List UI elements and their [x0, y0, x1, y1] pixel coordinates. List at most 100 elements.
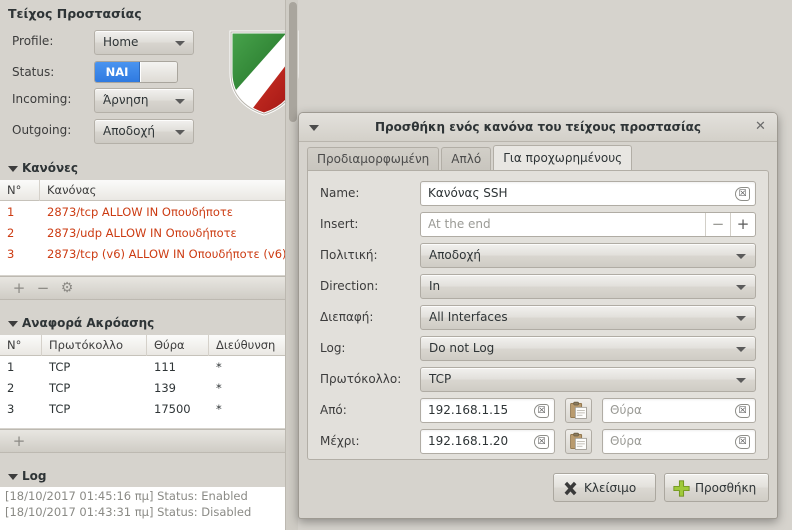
rules-section-title: Κανόνες — [22, 161, 78, 175]
status-toggle[interactable]: ΝΑΙ — [94, 61, 178, 83]
dialog-title: Προσθήκη ενός κανόνα του τείχους προστασ… — [375, 120, 701, 134]
close-button[interactable]: Κλείσιμο — [553, 473, 656, 502]
table-row[interactable]: 3 2873/tcp (v6) ALLOW IN Οπουδήποτε (v6) — [0, 243, 285, 264]
log-expander[interactable]: Log — [0, 466, 285, 487]
tab-simple[interactable]: Απλό — [441, 147, 492, 171]
from-label: Από: — [320, 403, 347, 417]
status-label: Status: — [12, 65, 55, 79]
protocol-label: Πρωτόκολλο: — [320, 372, 402, 386]
log-combo[interactable]: Do not Log — [420, 336, 756, 361]
rules-table-header: N° Κανόνας — [0, 180, 285, 201]
rules-table[interactable]: N° Κανόνας 1 2873/tcp ALLOW IN Οπουδήποτ… — [0, 180, 285, 275]
dialog-titlebar[interactable]: Προσθήκη ενός κανόνα του τείχους προστασ… — [299, 113, 777, 142]
form-row-log: Log: Do not Log — [320, 336, 756, 363]
listening-section-title: Αναφορά Ακρόασης — [22, 316, 155, 330]
form-row-insert: Insert: At the end − + — [320, 212, 756, 239]
insert-placeholder: At the end — [428, 217, 491, 231]
listening-address: * — [216, 359, 222, 374]
clear-icon[interactable]: ☒ — [735, 187, 750, 201]
insert-stepper[interactable]: At the end − + — [420, 212, 756, 237]
chevron-down-icon — [175, 41, 185, 46]
chevron-down-icon — [175, 130, 185, 135]
chevron-down-icon — [175, 99, 185, 104]
clipboard-icon — [570, 432, 587, 450]
add-icon[interactable]: + — [10, 433, 28, 451]
to-paste-button[interactable] — [565, 429, 592, 454]
to-ip-input[interactable]: 192.168.1.20 ☒ — [420, 429, 555, 454]
from-port-placeholder: Θύρα — [610, 403, 642, 417]
chevron-down-icon — [736, 378, 746, 383]
to-ip-value: 192.168.1.20 — [428, 434, 509, 448]
listening-number: 2 — [7, 380, 15, 395]
listening-toolbar: + — [0, 429, 285, 453]
from-ip-input[interactable]: 192.168.1.15 ☒ — [420, 398, 555, 423]
gear-icon[interactable]: ⚙ — [58, 280, 76, 298]
table-row[interactable]: 2 TCP 139 * — [0, 377, 285, 398]
from-paste-button[interactable] — [565, 398, 592, 423]
from-port-input[interactable]: Θύρα ☒ — [602, 398, 756, 423]
protocol-combo[interactable]: TCP — [420, 367, 756, 392]
table-row[interactable]: 1 2873/tcp ALLOW IN Οπουδήποτε — [0, 201, 285, 222]
outgoing-combo[interactable]: Αποδοχή — [94, 119, 194, 144]
log-output[interactable]: [18/10/2017 01:45:16 πμ] Status: Enabled… — [0, 487, 285, 530]
clear-icon[interactable]: ☒ — [534, 435, 549, 449]
rule-number: 1 — [7, 204, 15, 219]
scrollbar-thumb[interactable] — [289, 2, 297, 122]
direction-combo[interactable]: In — [420, 274, 756, 299]
name-value: Κανόνας SSH — [428, 186, 508, 200]
remove-icon[interactable]: − — [34, 280, 52, 298]
chevron-down-icon — [8, 321, 18, 327]
listening-protocol: TCP — [49, 401, 71, 416]
rule-text: 2873/tcp ALLOW IN Οπουδήποτε — [47, 204, 234, 219]
table-row[interactable]: 3 TCP 17500 * — [0, 398, 285, 419]
policy-combo[interactable]: Αποδοχή — [420, 243, 756, 268]
close-button-label: Κλείσιμο — [584, 481, 637, 495]
incoming-combo[interactable]: Άρνηση — [94, 88, 194, 113]
tab-preconfigured[interactable]: Προδιαμορφωμένη — [307, 147, 440, 171]
to-port-input[interactable]: Θύρα ☒ — [602, 429, 756, 454]
form-row-name: Name: Κανόνας SSH ☒ — [320, 181, 756, 208]
listening-port: 139 — [154, 380, 176, 395]
form-row-from: Από: 192.168.1.15 ☒ Θύρα ☒ — [320, 398, 756, 425]
status-toggle-on-label: ΝΑΙ — [95, 62, 140, 82]
listening-table[interactable]: N° Πρωτόκολλο Θύρα Διεύθυνση 1 TCP 111 *… — [0, 335, 285, 428]
incoming-label: Incoming: — [12, 92, 72, 106]
rules-col-number: N° — [0, 180, 40, 201]
clear-icon[interactable]: ☒ — [735, 435, 750, 449]
clear-icon[interactable]: ☒ — [735, 404, 750, 418]
listening-expander[interactable]: Αναφορά Ακρόασης — [0, 313, 285, 334]
interface-combo[interactable]: All Interfaces — [420, 305, 756, 330]
table-row[interactable]: 2 2873/udp ALLOW IN Οπουδήποτε — [0, 222, 285, 243]
rule-number: 2 — [7, 225, 15, 240]
page-title: Τείχος Προστασίας — [8, 6, 142, 21]
clear-icon[interactable]: ☒ — [534, 404, 549, 418]
close-icon[interactable]: ✕ — [753, 120, 768, 135]
cancel-x-icon — [564, 481, 577, 496]
name-label: Name: — [320, 186, 360, 200]
clipboard-icon — [570, 401, 587, 419]
rules-expander[interactable]: Κανόνες — [0, 158, 285, 179]
form-row-direction: Direction: In — [320, 274, 756, 301]
stepper-decrement-button[interactable]: − — [705, 213, 730, 236]
form-row-to: Μέχρι: 192.168.1.20 ☒ Θύρα ☒ — [320, 429, 756, 456]
name-input[interactable]: Κανόνας SSH ☒ — [420, 181, 756, 206]
listening-col-port: Θύρα — [147, 335, 209, 356]
direction-value: In — [429, 279, 441, 293]
rule-text: 2873/udp ALLOW IN Οπουδήποτε — [47, 225, 237, 240]
add-icon[interactable]: + — [10, 280, 28, 298]
listening-port: 111 — [154, 359, 176, 374]
to-port-placeholder: Θύρα — [610, 434, 642, 448]
status-toggle-knob — [140, 62, 177, 82]
main-window-scrollbar[interactable] — [285, 0, 298, 530]
chevron-down-icon — [736, 316, 746, 321]
profile-combo[interactable]: Home — [94, 30, 194, 55]
tab-panel-advanced: Name: Κανόνας SSH ☒ Insert: At the end −… — [307, 170, 769, 460]
stepper-increment-button[interactable]: + — [730, 213, 755, 236]
table-row[interactable]: 1 TCP 111 * — [0, 356, 285, 377]
listening-number: 1 — [7, 359, 15, 374]
form-row-interface: Διεπαφή: All Interfaces — [320, 305, 756, 332]
tab-advanced[interactable]: Για προχωρημένους — [493, 145, 633, 171]
listening-number: 3 — [7, 401, 15, 416]
screen: Τείχος Προστασίας Profile: Home Status: … — [0, 0, 792, 530]
add-button[interactable]: Προσθήκη — [664, 473, 769, 502]
